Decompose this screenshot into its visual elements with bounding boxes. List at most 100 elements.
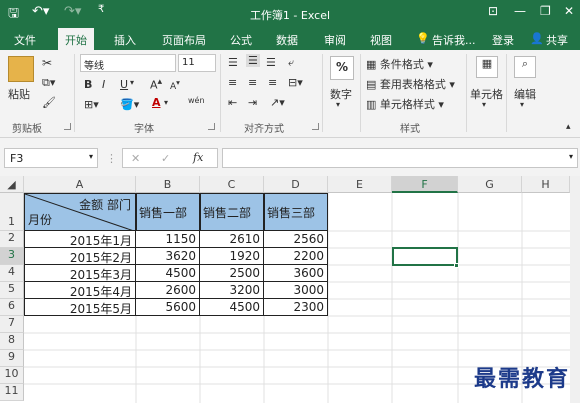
value-cell[interactable]: 2200: [264, 248, 328, 265]
value-cell[interactable]: 2560: [264, 231, 328, 248]
align-middle-icon[interactable]: ☰: [246, 54, 260, 67]
cells-icon[interactable]: ▦: [476, 56, 498, 78]
value-cell[interactable]: 4500: [200, 299, 264, 316]
header-cell[interactable]: 销售二部: [200, 193, 264, 231]
login-link[interactable]: 登录: [492, 32, 514, 48]
value-cell[interactable]: 4500: [136, 265, 200, 282]
minimize-button[interactable]: —: [514, 4, 526, 18]
value-cell[interactable]: 2610: [200, 231, 264, 248]
format-painter-icon[interactable]: 🖌: [42, 96, 56, 109]
tab-insert[interactable]: 插入: [114, 32, 136, 48]
restore-button[interactable]: ❐: [540, 4, 551, 18]
tab-review[interactable]: 审阅: [324, 32, 346, 48]
month-cell[interactable]: 2015年2月: [24, 248, 136, 265]
column-header-d[interactable]: D: [264, 176, 328, 193]
month-cell[interactable]: 2015年1月: [24, 231, 136, 248]
value-cell[interactable]: 3200: [200, 282, 264, 299]
font-shrink-button[interactable]: A▾: [170, 78, 180, 92]
insert-function-icon[interactable]: fx: [193, 151, 203, 164]
row-header-11[interactable]: 11: [0, 384, 24, 401]
font-color-dropdown-icon[interactable]: ▾: [164, 98, 168, 107]
tab-home[interactable]: 开始: [58, 28, 94, 50]
vertical-scrollbar[interactable]: [570, 176, 580, 403]
paste-button[interactable]: 粘贴: [8, 86, 30, 102]
cells-dropdown-icon[interactable]: ▾: [482, 100, 486, 109]
number-dropdown-icon[interactable]: ▾: [336, 100, 340, 109]
value-cell[interactable]: 2500: [200, 265, 264, 282]
fill-color-icon[interactable]: 🪣▾: [120, 98, 139, 111]
bold-button[interactable]: B: [84, 78, 92, 91]
value-cell[interactable]: 2600: [136, 282, 200, 299]
number-button[interactable]: 数字: [330, 86, 352, 102]
cell-style-button[interactable]: ▥ 单元格样式 ▾: [366, 96, 444, 112]
search-icon[interactable]: ⌕: [514, 56, 536, 78]
value-cell[interactable]: 1150: [136, 231, 200, 248]
name-box[interactable]: F3 ▾: [4, 148, 98, 168]
wrap-text-icon[interactable]: ⤶: [288, 56, 294, 70]
enter-icon[interactable]: ✓: [161, 152, 170, 165]
alignment-launcher-icon[interactable]: [312, 123, 319, 130]
font-color-button[interactable]: A: [152, 96, 161, 109]
expand-formula-icon[interactable]: ▾: [569, 152, 573, 161]
row-header-6[interactable]: 6: [0, 299, 24, 316]
select-all-corner[interactable]: ◢: [0, 176, 24, 193]
percent-icon[interactable]: %: [330, 56, 354, 80]
column-header-e[interactable]: E: [328, 176, 392, 193]
column-header-g[interactable]: G: [458, 176, 522, 193]
borders-icon[interactable]: ⊞▾: [84, 98, 99, 111]
value-cell[interactable]: 3600: [264, 265, 328, 282]
merge-center-icon[interactable]: ⊟▾: [288, 76, 303, 89]
font-name-select[interactable]: 等线: [80, 54, 176, 72]
value-cell[interactable]: 5600: [136, 299, 200, 316]
month-cell[interactable]: 2015年5月: [24, 299, 136, 316]
cancel-icon[interactable]: ✕: [131, 152, 140, 165]
align-top-icon[interactable]: ☰: [228, 56, 238, 69]
share-button[interactable]: 共享: [546, 32, 568, 48]
column-header-c[interactable]: C: [200, 176, 264, 193]
month-cell[interactable]: 2015年3月: [24, 265, 136, 282]
decrease-indent-icon[interactable]: ⇤: [228, 96, 237, 109]
font-grow-button[interactable]: A▴: [150, 76, 162, 92]
table-format-button[interactable]: ▤ 套用表格格式 ▾: [366, 76, 455, 92]
underline-button[interactable]: U: [120, 78, 128, 91]
row-header-7[interactable]: 7: [0, 316, 24, 333]
header-cell[interactable]: 销售三部: [264, 193, 328, 231]
tab-formulas[interactable]: 公式: [230, 32, 252, 48]
row-header-9[interactable]: 9: [0, 350, 24, 367]
font-size-select[interactable]: 11: [178, 54, 216, 72]
value-cell[interactable]: 2300: [264, 299, 328, 316]
conditional-format-button[interactable]: ▦ 条件格式 ▾: [366, 56, 433, 72]
fill-handle[interactable]: [454, 263, 459, 268]
align-bottom-icon[interactable]: ☰: [266, 56, 276, 69]
column-header-a[interactable]: A: [24, 176, 136, 193]
tab-view[interactable]: 视图: [370, 32, 392, 48]
header-cell[interactable]: 销售一部: [136, 193, 200, 231]
name-box-dropdown-icon[interactable]: ▾: [89, 152, 93, 161]
copy-icon[interactable]: ⧉▾: [42, 76, 55, 90]
tab-page-layout[interactable]: 页面布局: [162, 32, 206, 48]
row-header-1[interactable]: 1: [0, 193, 24, 231]
editing-button[interactable]: 编辑: [514, 86, 536, 102]
column-header-b[interactable]: B: [136, 176, 200, 193]
underline-dropdown-icon[interactable]: ▾: [130, 78, 134, 87]
phonetic-button[interactable]: wén: [188, 96, 205, 105]
italic-button[interactable]: I: [102, 78, 105, 91]
row-header-8[interactable]: 8: [0, 333, 24, 350]
row-header-3[interactable]: 3: [0, 248, 24, 265]
column-header-h[interactable]: H: [522, 176, 570, 193]
align-center-icon[interactable]: ≡: [248, 76, 257, 89]
align-left-icon[interactable]: ≡: [228, 76, 237, 89]
clipboard-launcher-icon[interactable]: [64, 123, 71, 130]
diagonal-header-cell[interactable]: 金额 部门 月份: [24, 193, 136, 231]
editing-dropdown-icon[interactable]: ▾: [520, 100, 524, 109]
tab-data[interactable]: 数据: [276, 32, 298, 48]
value-cell[interactable]: 3000: [264, 282, 328, 299]
cut-icon[interactable]: ✂: [42, 56, 52, 70]
value-cell[interactable]: 3620: [136, 248, 200, 265]
row-header-4[interactable]: 4: [0, 265, 24, 282]
tab-file[interactable]: 文件: [14, 32, 36, 48]
month-cell[interactable]: 2015年4月: [24, 282, 136, 299]
paste-icon[interactable]: [8, 56, 34, 82]
font-launcher-icon[interactable]: [208, 123, 215, 130]
formula-input[interactable]: ▾: [222, 148, 578, 168]
